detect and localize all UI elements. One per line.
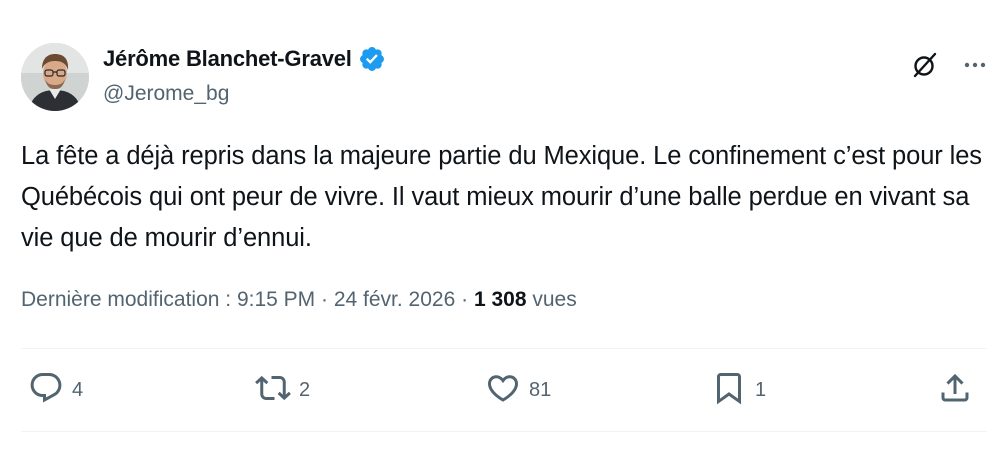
repost-count: 2 xyxy=(299,379,311,401)
views-count: 1 308 xyxy=(473,288,527,311)
more-icon[interactable] xyxy=(962,52,988,78)
repost-button[interactable]: 2 xyxy=(255,370,310,410)
bookmark-count: 1 xyxy=(755,379,767,401)
bookmark-button[interactable]: 1 xyxy=(711,370,766,410)
divider xyxy=(21,348,987,349)
repost-icon xyxy=(255,370,291,411)
author-handle[interactable]: @Jerome_bg xyxy=(103,80,229,108)
tweet-time[interactable]: 9:15 PM xyxy=(237,288,315,311)
grok-icon[interactable] xyxy=(910,50,940,80)
author-display-name[interactable]: Jérôme Blanchet-Gravel xyxy=(103,45,352,73)
tweet-top-actions xyxy=(910,50,988,80)
author-name-row: Jérôme Blanchet-Gravel xyxy=(103,45,386,73)
reply-count: 4 xyxy=(72,379,84,401)
edited-label[interactable]: Dernière modification : xyxy=(21,288,231,311)
views-label: vues xyxy=(532,288,577,311)
share-icon xyxy=(937,370,973,411)
meta-separator: · xyxy=(321,288,328,311)
verified-badge-icon[interactable] xyxy=(358,45,386,73)
tweet-date[interactable]: 24 févr. 2026 xyxy=(334,288,455,311)
tweet-card: Jérôme Blanchet-Gravel @Jerome_bg La fêt… xyxy=(0,0,1008,456)
divider xyxy=(21,431,987,432)
like-icon xyxy=(485,370,521,411)
tweet-text: La fête a déjà repris dans la majeure pa… xyxy=(21,142,982,252)
reply-icon xyxy=(28,370,64,411)
like-count: 81 xyxy=(529,379,552,401)
share-button[interactable] xyxy=(937,370,973,410)
action-bar: 4 2 81 1 xyxy=(0,370,1008,410)
like-button[interactable]: 81 xyxy=(485,370,551,410)
reply-button[interactable]: 4 xyxy=(28,370,83,410)
meta-separator: · xyxy=(461,288,469,311)
avatar[interactable] xyxy=(21,43,89,111)
bookmark-icon xyxy=(711,370,747,411)
tweet-meta: Dernière modification : 9:15 PM · 24 fév… xyxy=(21,285,577,315)
